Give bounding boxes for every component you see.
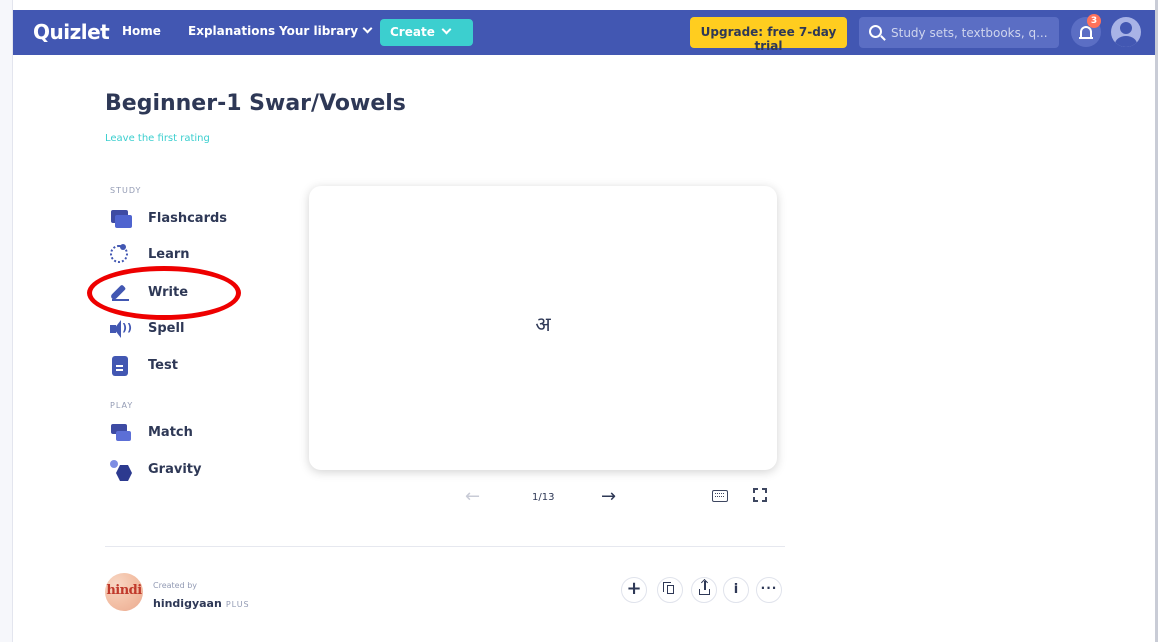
nav-your-library[interactable]: Your library <box>279 23 373 38</box>
leave-rating-link[interactable]: Leave the first rating <box>105 133 210 144</box>
sound-waves: )) <box>122 321 133 334</box>
spell-icon: )) <box>110 319 132 339</box>
next-card-arrow-icon[interactable]: → <box>601 486 616 507</box>
fullscreen-corner <box>762 488 767 493</box>
study-mode-label: Flashcards <box>148 211 228 226</box>
window-left-edge <box>0 0 13 642</box>
creator-name: hindigyaan <box>153 597 222 610</box>
user-avatar-head <box>1120 22 1132 34</box>
copy-icon <box>663 582 674 594</box>
gravity-icon <box>110 460 132 480</box>
previous-card-arrow-icon[interactable]: ← <box>465 486 480 507</box>
creator-name-line[interactable]: hindigyaan PLUS <box>153 597 250 610</box>
study-section-label: STUDY <box>110 186 142 195</box>
study-mode-label: Write <box>148 285 189 300</box>
upgrade-button[interactable]: Upgrade: free 7-day trial <box>690 17 847 53</box>
nav-home[interactable]: Home <box>122 24 161 38</box>
user-avatar[interactable] <box>1111 17 1141 47</box>
study-mode-label: Learn <box>148 247 190 262</box>
test-icon <box>110 356 132 376</box>
creator-avatar-logo: hindi <box>106 583 142 598</box>
chevron-down-icon <box>441 24 452 35</box>
nav-explanations[interactable]: Explanations <box>188 24 275 38</box>
share-button[interactable] <box>691 577 717 603</box>
search-box[interactable] <box>859 17 1059 48</box>
play-mode-label: Gravity <box>148 462 202 477</box>
creator-avatar[interactable]: hindi <box>105 573 143 611</box>
create-button[interactable]: Create <box>380 19 473 46</box>
notification-badge: 3 <box>1087 14 1101 28</box>
add-to-folder-button[interactable]: + <box>621 577 647 603</box>
flashcard-term: अ <box>535 312 551 336</box>
play-section-label: PLAY <box>110 401 134 410</box>
section-divider <box>105 546 785 547</box>
study-mode-label: Test <box>148 358 178 373</box>
write-icon <box>110 283 132 303</box>
fullscreen-icon[interactable] <box>753 488 767 502</box>
fullscreen-corner <box>753 488 758 493</box>
study-mode-label: Spell <box>148 321 185 336</box>
chevron-down-icon <box>362 23 373 34</box>
keyboard-shortcuts-icon[interactable] <box>712 490 728 502</box>
flashcard[interactable]: अ <box>309 186 777 470</box>
search-input[interactable] <box>891 17 1056 48</box>
copy-set-button[interactable] <box>657 577 683 603</box>
page-title: Beginner-1 Swar/Vowels <box>105 91 406 116</box>
user-avatar-body <box>1115 36 1137 47</box>
top-navigation-bar: Quizlet Home Explanations Your library C… <box>13 10 1155 55</box>
match-icon <box>110 423 132 443</box>
fullscreen-corner <box>753 497 758 502</box>
bell-icon <box>1079 26 1093 39</box>
search-icon <box>869 25 882 38</box>
learn-icon <box>110 244 128 263</box>
info-button[interactable]: i <box>723 577 749 603</box>
fullscreen-corner <box>762 497 767 502</box>
notifications-button[interactable]: 3 <box>1071 14 1101 47</box>
flashcards-icon <box>110 209 132 229</box>
card-counter: 1/13 <box>532 492 555 503</box>
more-options-button[interactable]: ··· <box>756 577 782 603</box>
create-button-label: Create <box>390 25 435 39</box>
share-icon <box>699 581 710 595</box>
play-mode-label: Match <box>148 425 193 440</box>
plus-badge: PLUS <box>225 600 250 609</box>
browser-viewport: Quizlet Home Explanations Your library C… <box>13 0 1155 642</box>
created-by-label: Created by <box>153 581 198 590</box>
nav-your-library-label: Your library <box>279 24 359 38</box>
quizlet-logo[interactable]: Quizlet <box>33 20 110 44</box>
